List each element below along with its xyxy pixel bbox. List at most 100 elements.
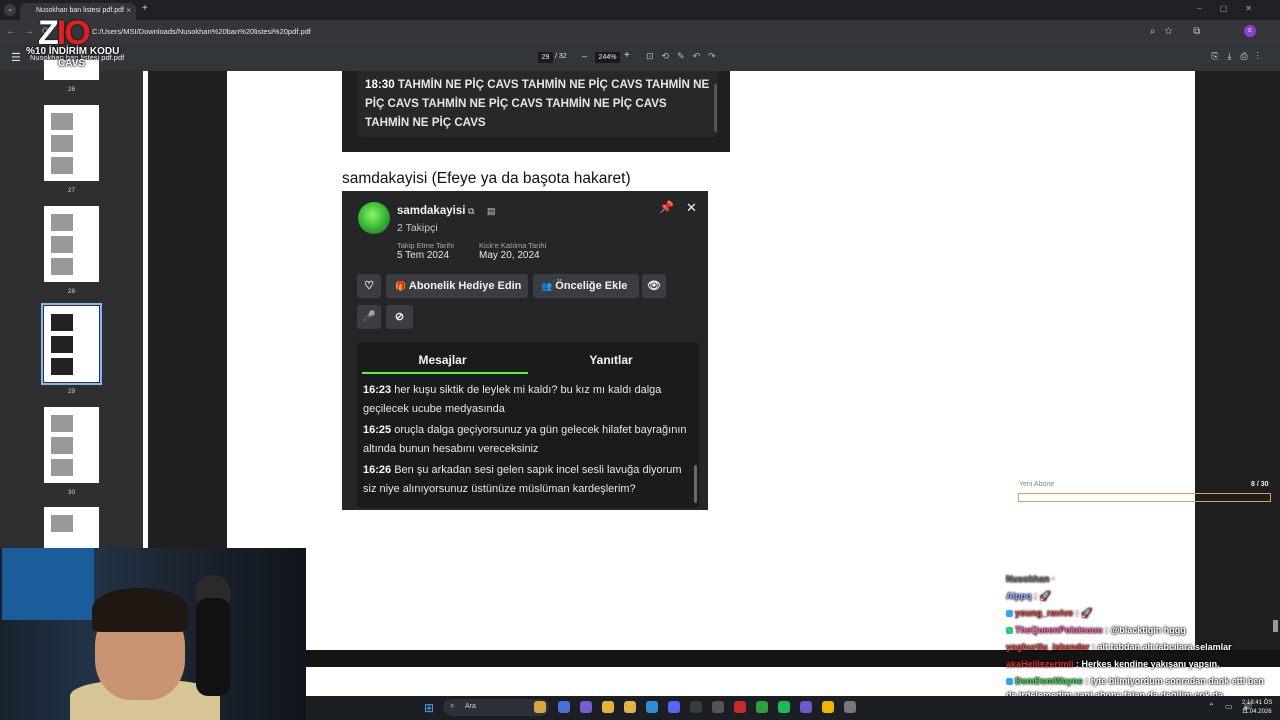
search-icon[interactable]: ⌕☆ <box>1150 26 1182 37</box>
url-field[interactable]: C:/Users/MSI/Downloads/Nusokhan%20ban%20… <box>92 27 311 36</box>
sponsor-code-text: CAVS <box>58 58 86 69</box>
thumbnail-number: 27 <box>67 187 76 194</box>
chat-badge-icon <box>1006 678 1013 685</box>
page-thumbnail-30[interactable] <box>44 407 99 483</box>
new-tab-button[interactable]: + <box>142 3 148 14</box>
chat-message: 18:30 TAHMİN NE PİÇ CAVS TAHMİN NE PİÇ C… <box>365 75 710 132</box>
tab-close-icon[interactable]: × <box>126 6 131 15</box>
chat-separator: : <box>1102 625 1111 635</box>
app-icon[interactable] <box>734 701 746 713</box>
chat-username: akaHelliezerimli <box>1006 659 1074 669</box>
message-text: oruçla dalga geçiyorsunuz ya gün gelecek… <box>363 424 687 455</box>
app-icon[interactable] <box>844 701 856 713</box>
goal-count: 8 / 30 <box>1251 481 1269 488</box>
thumbnail-number: 30 <box>67 489 76 496</box>
chat-text: 🚀 <box>1039 591 1051 601</box>
chat-text: Herkes kendine yakışanı yapsın. <box>1081 659 1220 669</box>
chat-separator: : <box>1082 676 1091 686</box>
zoom-in-button[interactable]: + <box>624 50 630 61</box>
chat-message: young_ravive : 🚀 <box>1006 608 1092 619</box>
priority-button-label: Önceliğe Ekle <box>555 280 628 292</box>
chat-message: DemDemWayne : iyte bilmiyordum sonradan … <box>1006 676 1264 686</box>
pdf-menu-icon[interactable]: ☰ <box>11 51 21 64</box>
chat-username: DemDemWayne <box>1015 676 1083 686</box>
close-icon: ✕ <box>686 200 697 215</box>
page-scrollbar[interactable] <box>1273 620 1278 632</box>
gift-icon: 🎁 <box>395 281 407 291</box>
messages-scrollbar <box>694 465 697 503</box>
ban-icon: ⊘ <box>386 305 413 329</box>
page-thumbnail-29[interactable] <box>44 306 99 382</box>
follow-date-label: Takip Etme Tarihi <box>397 241 454 250</box>
gift-button-label: Abonelik Hediye Edin <box>408 280 522 292</box>
app-icon[interactable] <box>712 701 724 713</box>
users-icon: 👥 <box>541 281 553 291</box>
pdf-view-tools[interactable]: ⊡⟲✎↶↷ <box>646 51 724 62</box>
page-thumbnail-28[interactable] <box>44 206 99 282</box>
app-icon[interactable] <box>602 701 614 713</box>
app-icon[interactable] <box>558 701 570 713</box>
eye-icon: 👁 <box>642 274 666 298</box>
chat-separator: : <box>1073 608 1082 618</box>
pdf-action-icons[interactable]: ⎘⤓⎙⋮ <box>1211 51 1268 62</box>
chat-username: Nusokhan <box>1006 574 1050 584</box>
window-controls[interactable]: –▢✕ <box>1197 4 1270 13</box>
screenshot-scrollbar <box>714 84 717 132</box>
profile-avatar[interactable]: c <box>1244 25 1256 37</box>
webcam-microphone <box>196 598 230 696</box>
app-icon[interactable] <box>624 701 636 713</box>
tab-list-button[interactable]: ⌄ <box>4 4 16 16</box>
app-icon[interactable] <box>778 701 790 713</box>
app-icon[interactable] <box>534 701 546 713</box>
message-time: 16:23 <box>363 384 392 396</box>
heart-icon: ♡ <box>357 274 381 298</box>
follow-date: 5 Tem 2024 <box>397 250 450 261</box>
active-tab-underline <box>362 372 528 374</box>
thumbnail-number: 26 <box>67 86 76 93</box>
join-date: May 20, 2024 <box>479 250 540 261</box>
chat-username: young_ravive <box>1015 608 1074 618</box>
section-title: samdakayisi (Efeye ya da başota hakaret) <box>342 170 631 187</box>
zoom-out-button[interactable]: – <box>582 51 587 61</box>
copy-icon: ⧉ <box>468 206 475 216</box>
app-icon[interactable] <box>756 701 768 713</box>
chat-separator: : <box>1031 591 1040 601</box>
pin-icon: 📌 <box>659 200 674 214</box>
sponsor-discount-text: %10 İNDİRİM KODU <box>26 46 120 57</box>
page-thumbnail-27[interactable] <box>44 105 99 181</box>
app-icon[interactable] <box>646 701 658 713</box>
chat-text: 🚀 <box>1081 608 1093 618</box>
chat-text: iyte bilmiyordum sonradan dank etti ben <box>1090 676 1264 686</box>
webcam-streamer-hair <box>92 588 188 632</box>
app-icon[interactable] <box>800 701 812 713</box>
avatar <box>358 202 390 234</box>
app-icon[interactable] <box>580 701 592 713</box>
message-time: 16:26 <box>363 464 392 476</box>
chat-message: Nusokhan · <box>1006 574 1055 584</box>
zoom-input[interactable]: 244% <box>595 52 620 63</box>
page-thumbnail-31[interactable] <box>44 507 99 548</box>
extensions-icon[interactable]: ⧉ <box>1193 26 1209 37</box>
chat-separator: : <box>1073 659 1082 669</box>
mic-icon: 🎤 <box>357 305 381 329</box>
goal-progress-bar <box>1018 493 1271 502</box>
page-number-input[interactable]: 29 <box>538 52 553 63</box>
card-icon: ▤ <box>487 206 496 216</box>
thumbnail-number: 29 <box>67 388 76 395</box>
search-icon: ⌕ <box>450 701 455 710</box>
windows-start-icon[interactable]: ⊞ <box>424 701 434 715</box>
app-icon[interactable] <box>822 701 834 713</box>
app-icon[interactable] <box>668 701 680 713</box>
chat-username: TheQueenPolatsuuu <box>1015 625 1103 635</box>
add-priority-button: 👥 Önceliğe Ekle <box>533 274 639 298</box>
sidebar-scrollbar[interactable] <box>143 71 148 551</box>
tab-messages: Mesajlar <box>418 353 467 367</box>
tab-title: Nusokhan ban listesi pdf.pdf <box>36 7 124 14</box>
webcam-background-monitor <box>2 548 94 620</box>
thumbnail-number: 28 <box>67 288 76 295</box>
clock-time[interactable]: 2:18:41 ÖS <box>1242 700 1272 706</box>
app-icon[interactable] <box>690 701 702 713</box>
follower-count: 2 Takipçi <box>397 222 438 234</box>
message-text: her kuşu siktik de leylek mi kaldı? bu k… <box>363 384 662 415</box>
clock-date[interactable]: 11.04.2026 <box>1242 709 1272 715</box>
